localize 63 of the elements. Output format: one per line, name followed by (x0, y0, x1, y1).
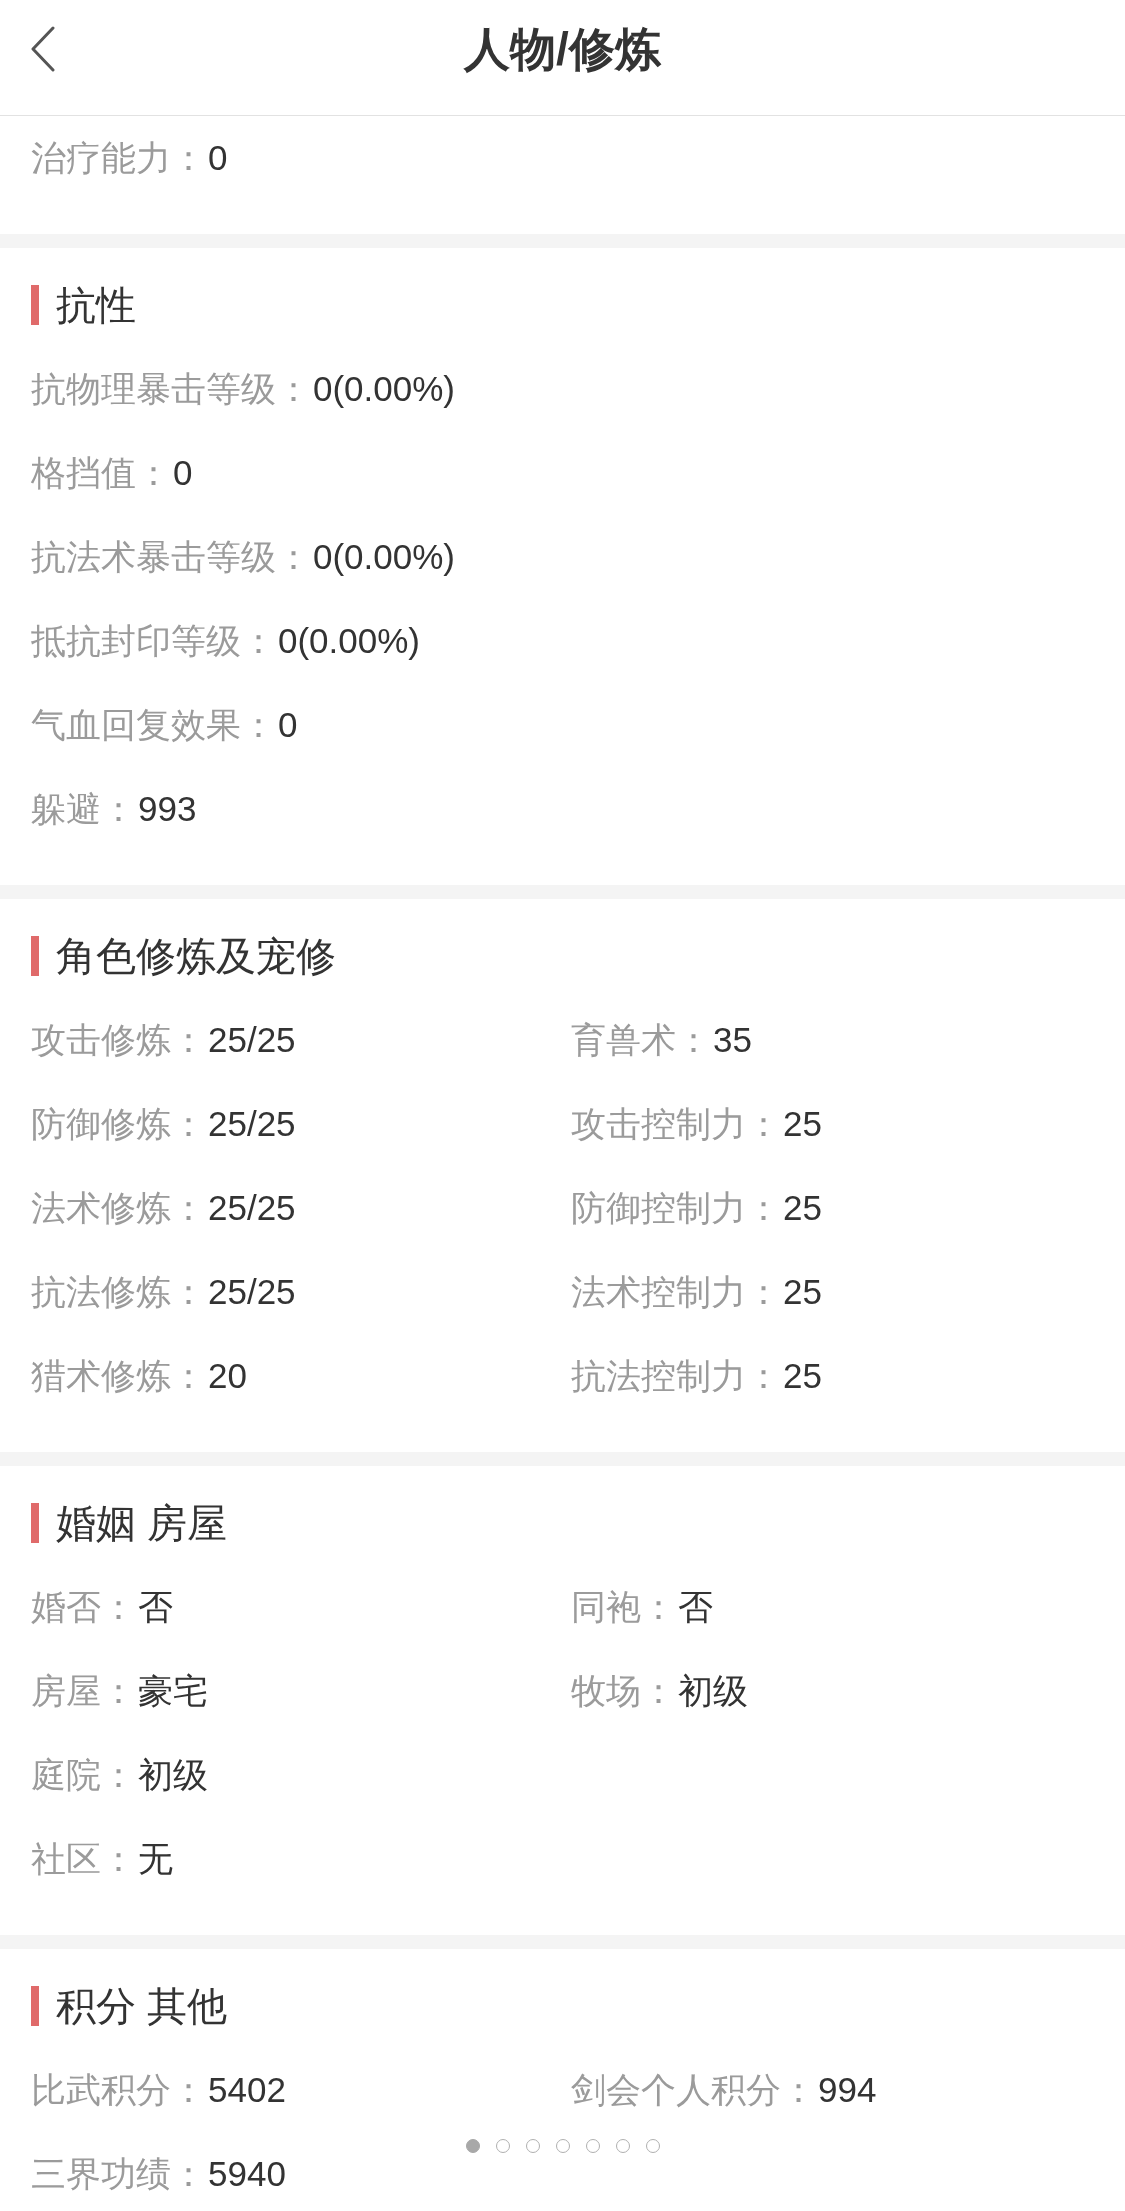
stat-label: 牧场： (571, 1669, 676, 1712)
stat-label: 婚否： (31, 1585, 136, 1628)
stat-label: 法术修炼： (31, 1186, 206, 1229)
stat-value: 否 (678, 1585, 713, 1628)
stat-value: 0 (173, 452, 193, 493)
stat-label: 躲避： (31, 787, 136, 830)
stat-value: 5940 (208, 2153, 286, 2194)
stat-label: 气血回复效果： (31, 703, 276, 746)
stat-label: 防御控制力： (571, 1186, 781, 1229)
page-title: 人物/修炼 (464, 21, 661, 77)
stat-label: 抗法术暴击等级： (31, 535, 311, 578)
section-title: 角色修炼及宠修 (56, 932, 336, 980)
stat-label: 攻击控制力： (571, 1102, 781, 1145)
section-title: 婚姻 房屋 (56, 1499, 228, 1547)
stat-label: 抵抗封印等级： (31, 619, 276, 662)
stat-value: 25 (783, 1187, 822, 1228)
stat-value: 无 (138, 1837, 173, 1880)
stat-value: 0(0.00%) (313, 368, 456, 409)
stat-value: 25 (783, 1271, 822, 1312)
stat-value: 初级 (138, 1753, 208, 1796)
stat-label: 抗法控制力： (571, 1354, 781, 1397)
stat-label: 同袍： (571, 1585, 676, 1628)
stat-label: 猎术修炼： (31, 1354, 206, 1397)
stat-value: 0 (208, 137, 228, 178)
stat-value: 25/25 (208, 1271, 296, 1312)
title-accent-bar (31, 285, 39, 325)
stat-value: 25/25 (208, 1019, 296, 1060)
stat-label: 庭院： (31, 1753, 136, 1796)
stat-value: 20 (208, 1355, 247, 1396)
stat-label: 剑会个人积分： (571, 2068, 816, 2111)
section-title: 抗性 (56, 281, 136, 329)
back-button[interactable] (30, 25, 56, 72)
stat-label: 房屋： (31, 1669, 136, 1712)
stat-value: 993 (138, 788, 197, 829)
stat-label: 格挡值： (31, 451, 171, 494)
stat-value: 0(0.00%) (313, 536, 456, 577)
stat-value: 994 (818, 2069, 877, 2110)
stat-value: 25 (783, 1355, 822, 1396)
title-accent-bar (31, 1986, 39, 2026)
stat-value: 25/25 (208, 1103, 296, 1144)
stat-value: 豪宅 (138, 1669, 208, 1712)
stat-label: 防御修炼： (31, 1102, 206, 1145)
stat-label: 治疗能力： (31, 136, 206, 179)
title-accent-bar (31, 1503, 39, 1543)
stat-label: 社区： (31, 1837, 136, 1880)
stat-value: 0(0.00%) (278, 620, 421, 661)
stat-value: 否 (138, 1585, 173, 1628)
title-accent-bar (31, 936, 39, 976)
stat-label: 法术控制力： (571, 1270, 781, 1313)
stat-label: 育兽术： (571, 1018, 711, 1061)
stat-label: 抗物理暴击等级： (31, 367, 311, 410)
stat-value: 初级 (678, 1669, 748, 1712)
stat-value: 35 (713, 1019, 752, 1060)
section-title: 积分 其他 (56, 1982, 228, 2030)
stat-value: 5402 (208, 2069, 286, 2110)
stat-value: 0 (278, 704, 298, 745)
stat-label: 比武积分： (31, 2068, 206, 2111)
stat-value: 25 (783, 1103, 822, 1144)
stat-label: 抗法修炼： (31, 1270, 206, 1313)
stat-label: 攻击修炼： (31, 1018, 206, 1061)
stat-value: 25/25 (208, 1187, 296, 1228)
stat-label: 三界功绩： (31, 2152, 206, 2195)
back-icon (30, 25, 56, 72)
